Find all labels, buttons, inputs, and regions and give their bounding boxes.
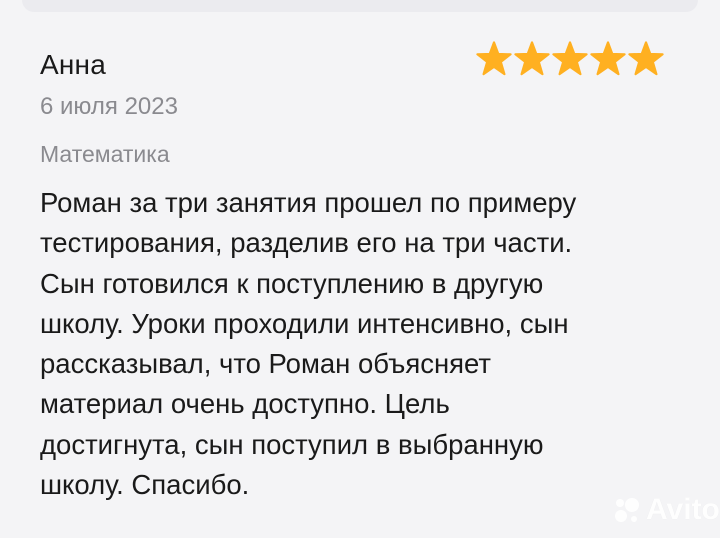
star-icon	[476, 41, 512, 76]
review-text-line: тестирования, разделив его на три части.	[40, 227, 573, 259]
review-text-line: достигнута, сын поступил в выбранную	[40, 428, 544, 460]
star-icon	[514, 41, 550, 76]
review-text-line: материал очень доступно. Цель	[40, 388, 450, 420]
avito-logo-icon	[615, 498, 639, 522]
review-text-line: рассказывал, что Роман объясняет	[40, 348, 492, 380]
review-text-line: Роман за три занятия прошел по примеру	[40, 187, 577, 218]
review-text-line: школу. Спасибо.	[40, 469, 250, 501]
review-text: Роман за три занятия прошел по примеру т…	[40, 183, 680, 505]
watermark-text: Avito	[646, 493, 720, 526]
review-text-line: школу. Уроки проходили интенсивно, сын	[40, 307, 569, 339]
star-icon	[552, 41, 588, 76]
review-author: Анна	[40, 49, 106, 80]
review-subject: Математика	[40, 141, 170, 167]
star-icon	[628, 41, 664, 76]
star-icon	[590, 41, 626, 76]
star-rating	[476, 41, 664, 77]
avito-watermark: Avito	[612, 494, 720, 526]
previous-card-edge	[22, 0, 698, 12]
review-card: Анна 6 июля 2023 Математика Роман за три…	[0, 0, 720, 538]
review-date: 6 июля 2023	[40, 93, 178, 120]
review-text-line: Сын готовился к поступлению в другую	[40, 267, 544, 299]
